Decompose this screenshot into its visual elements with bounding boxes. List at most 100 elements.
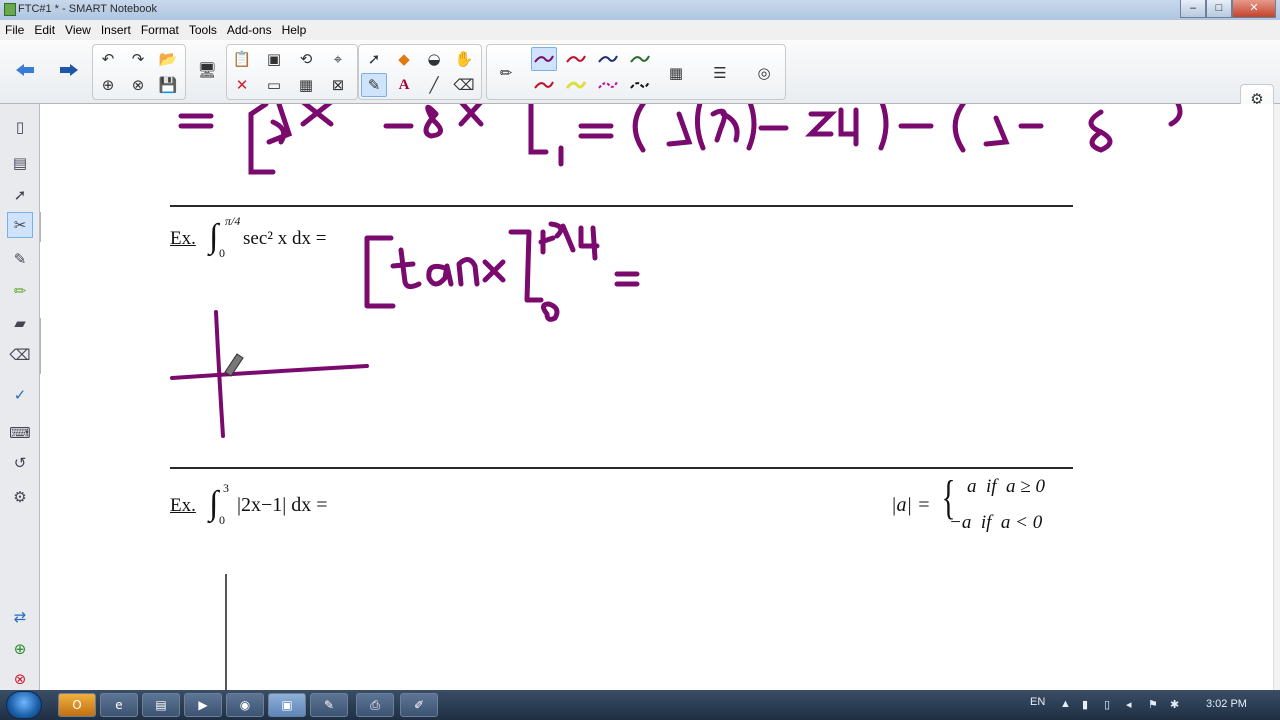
paint-icon[interactable]: ✐ <box>400 693 438 717</box>
paste-icon[interactable]: 📋 <box>229 47 255 71</box>
fill-icon[interactable]: ◒ <box>421 47 447 71</box>
menu-edit[interactable]: Edit <box>29 20 60 37</box>
printer-icon[interactable]: ⎙ <box>356 693 394 717</box>
ie-icon[interactable]: e <box>100 693 138 717</box>
volume-icon[interactable]: ◂ <box>1126 698 1132 711</box>
example2-upper-limit: 3 <box>223 481 229 495</box>
pen-style-5[interactable] <box>531 73 557 97</box>
example2-integrand: |2x−1| dx = <box>237 494 328 516</box>
notebook-page[interactable]: Ex. ∫ π/4 0 sec² x dx = Ex. ∫ 3 0 |2x−1|… <box>41 104 1273 690</box>
pen-style-8[interactable] <box>627 73 653 97</box>
pen-style-1[interactable] <box>531 47 557 71</box>
transparency-icon[interactable]: ◎ <box>751 61 777 85</box>
wireless-icon[interactable]: ✱ <box>1170 698 1179 711</box>
menu-file[interactable]: File <box>0 20 29 37</box>
eraser-icon[interactable]: ⌫ <box>451 73 477 97</box>
pen-style-3[interactable] <box>595 47 621 71</box>
table-icon[interactable]: ▦ <box>293 73 319 97</box>
explorer-icon[interactable]: ▤ <box>142 693 180 717</box>
keyboard-icon[interactable]: ↺ <box>7 450 33 476</box>
color-palette-icon[interactable]: ▦ <box>663 61 689 85</box>
pen-icon[interactable]: ✏ <box>493 61 519 85</box>
pen-group: ✏ ▦ ☰ ◎ <box>486 44 786 100</box>
arrow-left-icon[interactable] <box>12 58 38 82</box>
tools-group: ➚ ◆ ◒ ✋ ✎ A ╱ ⌫ <box>358 44 482 100</box>
smart-icon[interactable]: ▣ <box>268 693 306 717</box>
clear-icon[interactable]: ⊠ <box>325 73 351 97</box>
abs-def-lhs: |a| = <box>891 494 931 516</box>
tray-arrow-icon[interactable]: ▲ <box>1060 698 1071 710</box>
media-icon[interactable]: ▶ <box>184 693 222 717</box>
example1-integrand: sec² x dx = <box>243 228 327 249</box>
delete-icon[interactable]: ⊗ <box>7 666 33 692</box>
pen-style-4[interactable] <box>627 47 653 71</box>
integral-sign-1: ∫ <box>209 218 219 255</box>
measure-icon[interactable]: ⌨ <box>7 420 33 446</box>
axes-ink <box>170 310 369 438</box>
gallery-icon[interactable]: ▤ <box>7 150 33 176</box>
tan-bracket-ink <box>364 221 640 322</box>
attachments-icon[interactable]: ➚ <box>7 182 33 208</box>
capture-icon[interactable]: ⌖ <box>325 47 351 71</box>
highlighter-icon[interactable]: ▰ <box>7 310 33 336</box>
shapes-icon[interactable]: ◆ <box>391 47 417 71</box>
line-style-icon[interactable]: ☰ <box>707 61 733 85</box>
taskbar: O e ▤ ▶ ◉ ▣ ✎ ⎙ ✐ EN ▲ ▮ ▯ ◂ ⚑ ✱ 3:02 PM <box>0 690 1280 720</box>
vertical-scrollbar[interactable] <box>1273 104 1280 690</box>
add-ons-icon[interactable]: ✎ <box>7 246 33 272</box>
select-icon[interactable]: ➚ <box>361 47 387 71</box>
text-icon[interactable]: A <box>391 73 417 97</box>
minimize-button[interactable]: – <box>1180 0 1206 18</box>
add-icon[interactable]: ⊕ <box>7 636 33 662</box>
arrow-right-icon[interactable] <box>56 58 82 82</box>
close-button[interactable]: ✕ <box>1232 0 1276 18</box>
language-indicator[interactable]: EN <box>1030 696 1045 708</box>
menu-tools[interactable]: Tools <box>184 20 222 37</box>
battery-icon[interactable]: ▯ <box>1104 698 1110 711</box>
menu-view[interactable]: View <box>60 20 96 37</box>
menu-format[interactable]: Format <box>136 20 184 37</box>
properties-icon[interactable]: ✂ <box>7 212 33 238</box>
page-sorter-icon[interactable]: ▯ <box>7 114 33 140</box>
magic-pen-icon[interactable]: ✋ <box>451 47 477 71</box>
refresh-icon[interactable]: ⟲ <box>293 47 319 71</box>
notebook-icon[interactable]: ✎ <box>310 693 348 717</box>
example1-upper-limit: π/4 <box>225 214 241 228</box>
example1-label: Ex. <box>170 228 196 249</box>
redo-icon[interactable]: ↷ <box>125 47 151 71</box>
pen-style-7[interactable] <box>595 73 621 97</box>
settings-icon[interactable]: ⚙ <box>7 484 33 510</box>
open-icon[interactable]: 📂 <box>155 47 181 71</box>
menu-bar: File Edit View Insert Format Tools Add-ons Help <box>0 20 1280 40</box>
undo-icon[interactable]: ↶ <box>95 47 121 71</box>
add-page-icon[interactable]: ⊕ <box>95 73 121 97</box>
start-button[interactable] <box>6 691 42 719</box>
pen-style-6[interactable] <box>563 73 589 97</box>
chrome-icon[interactable]: ◉ <box>226 693 264 717</box>
clock[interactable]: 3:02 PM <box>1206 698 1247 710</box>
save-icon[interactable]: 💾 <box>155 73 181 97</box>
display-icon[interactable]: 🖥 <box>194 58 220 82</box>
eraser-icon[interactable]: ⌫ <box>7 342 33 368</box>
screenshade-icon[interactable]: ▣ <box>261 47 287 71</box>
menu-add-ons[interactable]: Add-ons <box>222 20 277 37</box>
magic-pen-icon[interactable]: ✓ <box>7 382 33 408</box>
outlook-icon[interactable]: O <box>58 693 96 717</box>
main-toolbar: ↶ ↷ 📂 ⊕ ⊗ 💾 🖥 📋 ▣ ⟲ ⌖ ✕ ▭ ▦ ⊠ ➚ ◆ ◒ ✋ ✎ … <box>0 40 1280 140</box>
pens-icon[interactable]: ✎ <box>361 73 387 97</box>
pen-tool-icon[interactable]: ✏ <box>7 278 33 304</box>
example1-lower-limit: 0 <box>219 246 225 260</box>
app-icon <box>4 3 16 16</box>
menu-insert[interactable]: Insert <box>96 20 136 37</box>
maximize-button[interactable]: □ <box>1206 0 1232 18</box>
network-icon[interactable]: ▮ <box>1082 698 1088 711</box>
screen-icon[interactable]: ▭ <box>261 73 287 97</box>
undo-icon[interactable]: ⇄ <box>7 604 33 630</box>
flag-icon[interactable]: ⚑ <box>1148 698 1158 711</box>
line-icon[interactable]: ╱ <box>421 73 447 97</box>
delete-page-icon[interactable]: ⊗ <box>125 73 151 97</box>
pen-style-2[interactable] <box>563 47 589 71</box>
delete-icon[interactable]: ✕ <box>229 73 255 97</box>
separator-1 <box>170 205 1073 207</box>
menu-help[interactable]: Help <box>277 20 312 37</box>
